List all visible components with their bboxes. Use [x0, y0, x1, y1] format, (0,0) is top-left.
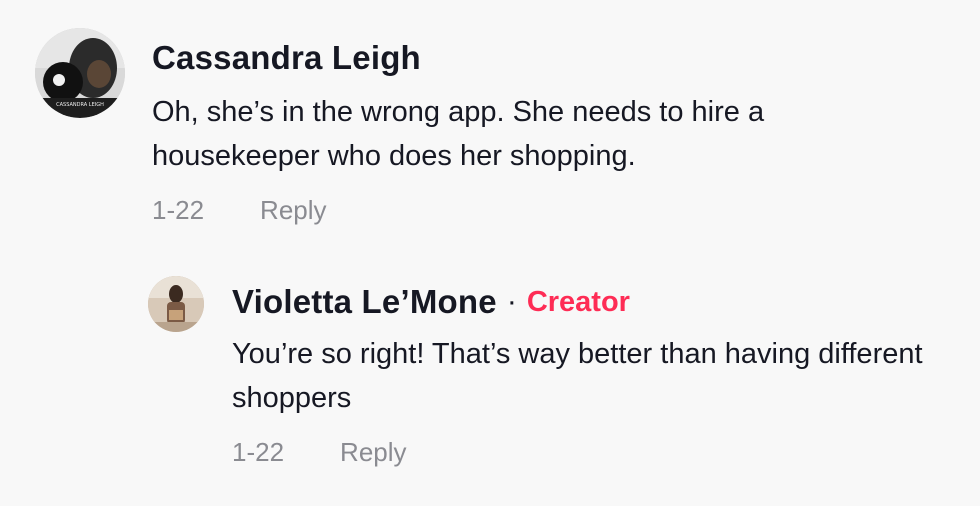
reply-button[interactable]: Reply: [260, 194, 326, 226]
comment-date: 1-22: [152, 195, 205, 225]
profile-photo-icon: CASSANDRA LEIGH: [35, 28, 125, 118]
avatar[interactable]: CASSANDRA LEIGH: [35, 28, 125, 118]
reply-body: Violetta Le’Mone · Creator You’re so rig…: [232, 282, 952, 468]
reply-button[interactable]: Reply: [340, 436, 406, 468]
svg-text:CASSANDRA LEIGH: CASSANDRA LEIGH: [56, 102, 104, 108]
author-name[interactable]: Cassandra Leigh: [152, 38, 421, 78]
creator-badge: Creator: [526, 286, 630, 318]
comment-body: Cassandra Leigh Oh, she’s in the wrong a…: [152, 38, 892, 226]
author-row: Cassandra Leigh: [152, 38, 892, 78]
profile-photo-icon: [148, 276, 204, 332]
avatar[interactable]: [148, 276, 204, 332]
comment-text: Oh, she’s in the wrong app. She needs to…: [152, 96, 765, 172]
reply-text: You’re so right! That’s way better than …: [232, 338, 923, 414]
reply-date: 1-22: [232, 437, 285, 467]
reply-item: Violetta Le’Mone · Creator You’re so rig…: [148, 276, 952, 468]
comment-item: CASSANDRA LEIGH Cassandra Leigh Oh, she’…: [35, 28, 892, 226]
author-row: Violetta Le’Mone · Creator: [232, 282, 952, 322]
author-name[interactable]: Violetta Le’Mone: [232, 282, 497, 322]
separator-dot: ·: [506, 285, 517, 318]
comment-meta: 1-22 Reply: [152, 194, 892, 226]
reply-meta: 1-22 Reply: [232, 436, 952, 468]
